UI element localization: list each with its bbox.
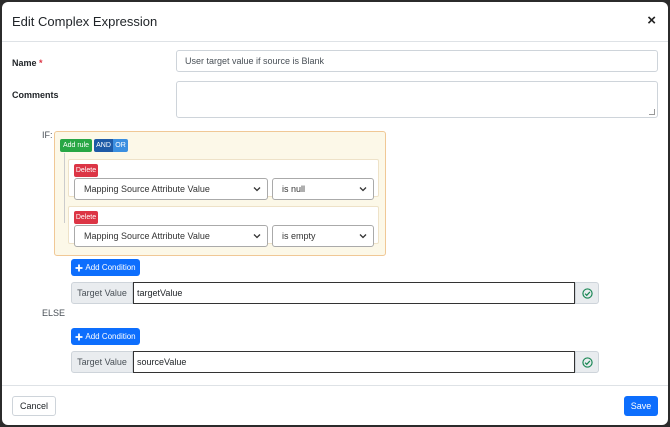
comments-textarea[interactable] <box>176 81 658 118</box>
target-value-prefix: Target Value <box>71 351 133 373</box>
dialog-title: Edit Complex Expression <box>12 14 158 29</box>
resize-handle[interactable] <box>649 109 655 115</box>
save-button[interactable]: Save <box>624 396 658 416</box>
plus-icon <box>75 264 83 271</box>
delete-rule-button[interactable]: Delete <box>74 164 98 177</box>
check-circle-icon <box>581 356 593 368</box>
target-value-prefix: Target Value <box>71 282 133 304</box>
valid-status <box>575 351 599 373</box>
operator-select[interactable]: is empty <box>272 225 374 247</box>
add-rule-button[interactable]: Add rule <box>60 139 92 152</box>
and-toggle[interactable]: AND <box>94 139 113 152</box>
add-condition-label: Add Condition <box>85 332 136 341</box>
chevron-down-icon <box>359 187 367 192</box>
add-condition-button[interactable]: Add Condition <box>71 328 140 345</box>
add-condition-label: Add Condition <box>85 263 136 272</box>
cancel-button[interactable]: Cancel <box>12 396 56 416</box>
name-label-text: Name <box>12 58 37 68</box>
target-value-input[interactable]: targetValue <box>133 282 575 304</box>
chevron-down-icon <box>359 234 367 239</box>
rule-row: Delete Mapping Source Attribute Value is… <box>68 159 379 200</box>
field-select[interactable]: Mapping Source Attribute Value <box>74 178 268 200</box>
valid-status <box>575 282 599 304</box>
chevron-down-icon <box>253 187 261 192</box>
field-select-value: Mapping Source Attribute Value <box>84 231 210 241</box>
edit-complex-expression-dialog: Edit Complex Expression × Name * User ta… <box>2 2 668 425</box>
else-label: ELSE <box>42 308 66 318</box>
plus-icon <box>75 333 83 340</box>
delete-rule-button[interactable]: Delete <box>74 211 98 224</box>
check-circle-icon <box>581 287 593 299</box>
rule-row: Delete Mapping Source Attribute Value is… <box>68 206 379 247</box>
if-label: IF: <box>42 130 53 140</box>
dialog-footer: Cancel Save <box>2 385 668 425</box>
operator-select-value: is empty <box>282 231 316 241</box>
name-label: Name * <box>12 58 43 68</box>
operator-select-value: is null <box>282 184 306 194</box>
required-mark: * <box>39 58 43 68</box>
query-builder-group: Add rule AND OR Delete Mapping Source At… <box>54 131 386 256</box>
chevron-down-icon <box>253 234 261 239</box>
add-condition-button[interactable]: Add Condition <box>71 259 140 276</box>
or-toggle[interactable]: OR <box>113 139 128 152</box>
dialog-header: Edit Complex Expression × <box>2 2 668 42</box>
name-input[interactable]: User target value if source is Blank <box>176 50 658 72</box>
close-icon[interactable]: × <box>647 12 656 29</box>
field-select-value: Mapping Source Attribute Value <box>84 184 210 194</box>
operator-select[interactable]: is null <box>272 178 374 200</box>
tree-connector <box>64 153 65 223</box>
field-select[interactable]: Mapping Source Attribute Value <box>74 225 268 247</box>
else-target-value-input[interactable]: sourceValue <box>133 351 575 373</box>
comments-label: Comments <box>12 90 59 100</box>
